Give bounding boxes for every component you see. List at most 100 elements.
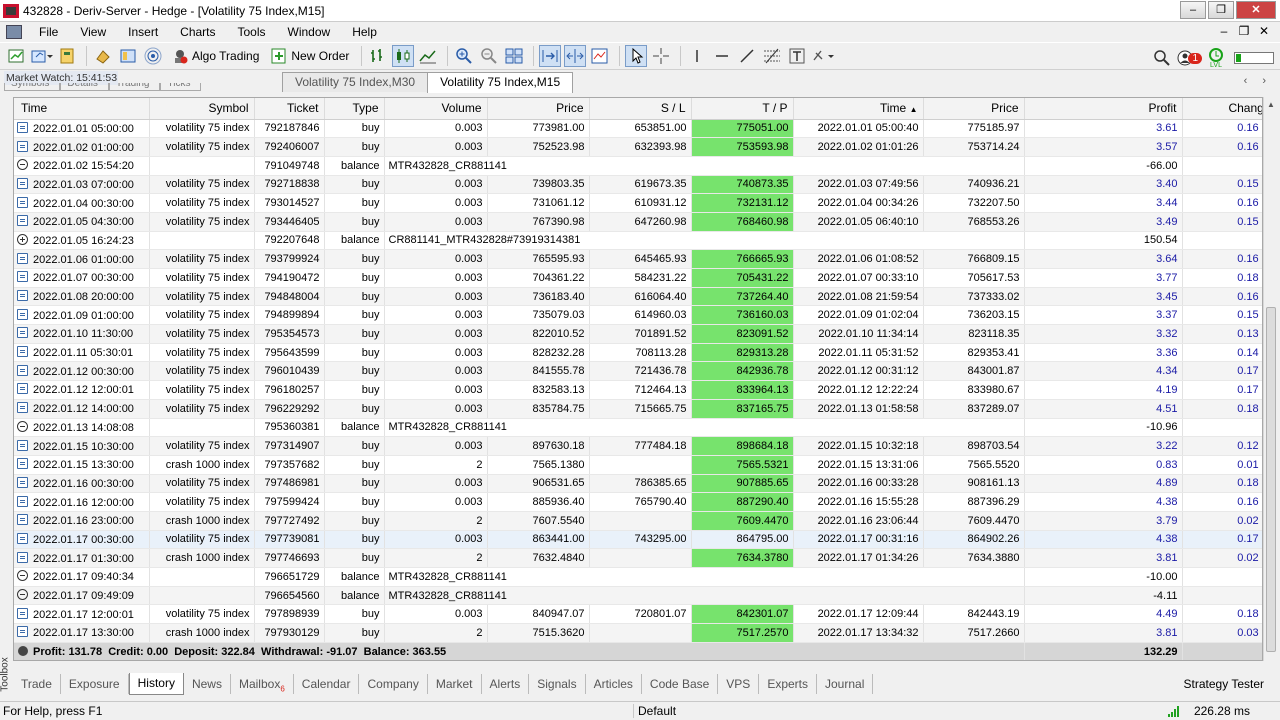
deal-row[interactable]: 2022.01.12 00:30:00 volatility 75 index 79… [14, 361, 1262, 382]
deal-row[interactable]: 2022.01.08 20:00:00 volatility 75 index 79… [14, 287, 1262, 307]
deal-row[interactable]: 2022.01.17 00:30:00 volatility 75 index 79… [14, 530, 1262, 550]
tab-code-base[interactable]: Code Base [642, 674, 719, 694]
balance-row[interactable]: 2022.01.02 15:54:20 791049748 balance MTR43… [14, 156, 1262, 176]
column-header-sl[interactable]: S / L [589, 98, 692, 120]
signals-icon[interactable] [142, 45, 164, 67]
history-scrollbar[interactable]: ▲ [1263, 97, 1278, 661]
menu-view[interactable]: View [69, 25, 117, 39]
balance-row[interactable]: 2022.01.05 16:24:23 792207648 balance CR881… [14, 231, 1262, 251]
close-button[interactable]: ✕ [1236, 1, 1276, 19]
mdi-restore-button[interactable]: ❐ [1234, 24, 1254, 38]
algo-trading-button[interactable]: Algo Trading [167, 45, 263, 67]
column-header-type[interactable]: Type [324, 98, 385, 120]
chart-window-icon[interactable] [6, 25, 22, 39]
deal-row[interactable]: 2022.01.09 01:00:00 volatility 75 index 79… [14, 305, 1262, 326]
market-watch-icon[interactable] [56, 45, 78, 67]
maximize-button[interactable]: ❐ [1208, 1, 1234, 19]
shapes-dropdown-icon[interactable] [811, 45, 837, 67]
tab-ticks[interactable]: Ticks [160, 83, 202, 91]
deal-row[interactable]: 2022.01.05 04:30:00 volatility 75 index 79… [14, 212, 1262, 232]
deal-row[interactable]: 2022.01.12 12:00:01 volatility 75 index 79… [14, 380, 1262, 400]
balance-row[interactable]: 2022.01.17 09:49:09 796654560 balance MTR43… [14, 586, 1262, 606]
minimize-button[interactable]: – [1180, 1, 1206, 19]
menu-charts[interactable]: Charts [169, 25, 226, 39]
chart-shift-icon[interactable] [564, 45, 587, 67]
new-chart-icon[interactable] [6, 45, 28, 67]
tab-history[interactable]: History [128, 673, 184, 695]
deal-row[interactable]: 2022.01.17 01:30:00 crash 1000 index 79774… [14, 548, 1262, 568]
column-header-symbol[interactable]: Symbol [149, 98, 255, 120]
tab-market[interactable]: Market [428, 674, 482, 694]
data-window-icon[interactable] [92, 45, 114, 67]
tab-news[interactable]: News [184, 674, 231, 694]
crosshair-icon[interactable] [650, 45, 672, 67]
profiles-icon[interactable] [31, 45, 53, 67]
fibonacci-icon[interactable] [761, 45, 783, 67]
chevron-left-icon[interactable]: ‹ [1244, 75, 1248, 87]
tab-trading[interactable]: Trading [108, 83, 161, 91]
tab-experts[interactable]: Experts [759, 674, 817, 694]
column-header-close-price[interactable]: Price [923, 98, 1025, 120]
deal-row[interactable]: 2022.01.17 12:00:01 volatility 75 index 79… [14, 604, 1262, 625]
new-order-button[interactable]: New Order [266, 45, 353, 67]
tab-trade[interactable]: Trade [13, 674, 61, 694]
candlestick-chart-icon[interactable] [392, 45, 415, 67]
tab-journal[interactable]: Journal [817, 674, 874, 694]
menu-tools[interactable]: Tools [227, 25, 277, 39]
column-header-volume[interactable]: Volume [384, 98, 488, 120]
mdi-minimize-button[interactable]: – [1214, 24, 1234, 38]
text-tool-icon[interactable] [786, 45, 808, 67]
deal-row[interactable]: 2022.01.16 12:00:00 volatility 75 index 79… [14, 492, 1262, 512]
zoom-out-icon[interactable] [478, 45, 500, 67]
tab-symbols[interactable]: Symbols [4, 83, 61, 91]
deal-row[interactable]: 2022.01.15 10:30:00 volatility 75 index 79… [14, 436, 1262, 456]
indicators-icon[interactable] [589, 45, 611, 67]
tab-exposure[interactable]: Exposure [61, 674, 129, 694]
deal-row[interactable]: 2022.01.12 14:00:00 volatility 75 index 79… [14, 399, 1262, 419]
bar-chart-icon[interactable] [367, 45, 389, 67]
deal-row[interactable]: 2022.01.07 00:30:00 volatility 75 index 79… [14, 268, 1262, 288]
chart-tab-m15[interactable]: Volatility 75 Index,M15 [427, 72, 574, 93]
deal-row[interactable]: 2022.01.17 13:30:00 crash 1000 index 79793… [14, 623, 1262, 643]
zoom-in-icon[interactable] [453, 45, 475, 67]
column-header-ticket[interactable]: Ticket [254, 98, 325, 120]
account-notifications-button[interactable]: 1 [1176, 47, 1202, 69]
mdi-close-button[interactable]: ✕ [1254, 24, 1274, 38]
status-profile[interactable]: Default [633, 704, 676, 718]
column-header-change[interactable]: Change [1182, 98, 1262, 120]
chart-tab-m30[interactable]: Volatility 75 Index,M30 [282, 72, 429, 92]
deal-row[interactable]: 2022.01.16 23:00:00 crash 1000 index 79772… [14, 511, 1262, 531]
tab-calendar[interactable]: Calendar [294, 674, 360, 694]
toolbox-side-label[interactable]: Toolbox [0, 655, 13, 695]
deal-row[interactable]: 2022.01.06 01:00:00 volatility 75 index 79… [14, 249, 1262, 269]
column-header-tp[interactable]: T / P [691, 98, 794, 120]
cursor-icon[interactable] [625, 45, 648, 67]
tile-windows-icon[interactable] [503, 45, 525, 67]
column-header-time[interactable]: Time [14, 98, 150, 120]
menu-help[interactable]: Help [341, 25, 388, 39]
menu-window[interactable]: Window [277, 25, 342, 39]
tab-vps[interactable]: VPS [718, 674, 760, 694]
deal-row[interactable]: 2022.01.16 00:30:00 volatility 75 index 79… [14, 474, 1262, 494]
deal-row[interactable]: 2022.01.01 05:00:00 volatility 75 index 79… [14, 119, 1262, 139]
level-button[interactable]: LVL [1205, 46, 1227, 70]
tab-details[interactable]: Details [60, 83, 109, 91]
scrollbar-thumb[interactable] [1266, 307, 1276, 652]
trendline-icon[interactable] [736, 45, 758, 67]
horizontal-line-icon[interactable] [711, 45, 733, 67]
tab-company[interactable]: Company [359, 674, 428, 694]
column-header-price[interactable]: Price [487, 98, 590, 120]
menu-insert[interactable]: Insert [117, 25, 169, 39]
deal-row[interactable]: 2022.01.04 00:30:00 volatility 75 index 79… [14, 193, 1262, 213]
line-chart-icon[interactable] [417, 45, 439, 67]
chevron-right-icon[interactable]: › [1262, 75, 1266, 87]
deal-row[interactable]: 2022.01.11 05:30:01 volatility 75 index 79… [14, 343, 1262, 363]
balance-row[interactable]: 2022.01.17 09:40:34 796651729 balance MTR43… [14, 567, 1262, 587]
vertical-line-icon[interactable] [686, 45, 708, 67]
navigator-icon[interactable] [117, 45, 139, 67]
column-header-profit[interactable]: Profit [1024, 98, 1183, 120]
tab-articles[interactable]: Articles [586, 674, 642, 694]
deal-row[interactable]: 2022.01.03 07:00:00 volatility 75 index 79… [14, 175, 1262, 195]
deal-row[interactable]: 2022.01.10 11:30:00 volatility 75 index 79… [14, 324, 1262, 344]
tab-mailbox[interactable]: Mailbox6 [231, 674, 294, 694]
